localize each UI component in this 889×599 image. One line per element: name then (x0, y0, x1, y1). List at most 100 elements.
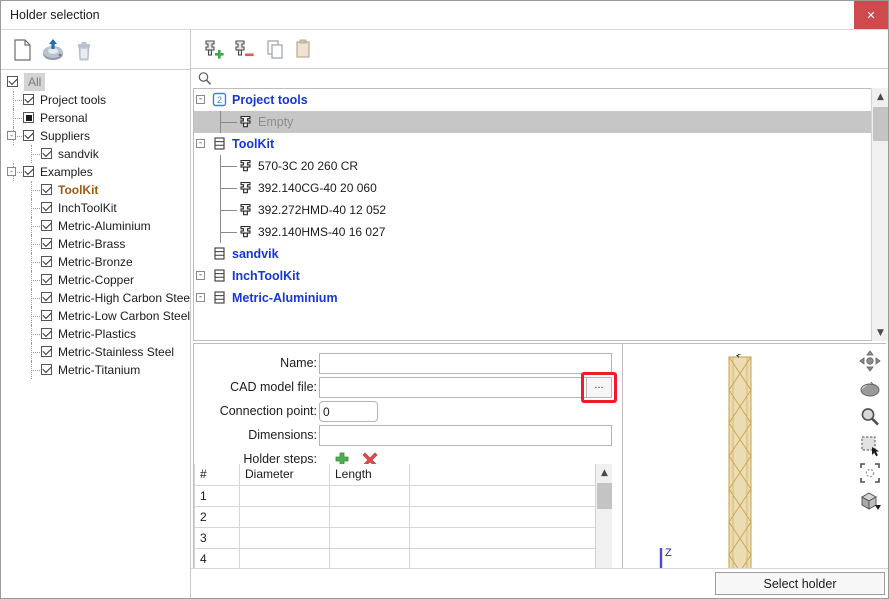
holder-tree[interactable]: - 2 Project tools Empty - ToolKit 570-3C 20 26… (193, 88, 871, 341)
cell-diameter[interactable] (239, 526, 330, 549)
scroll-down-icon[interactable]: ▼ (872, 324, 888, 341)
library-tree[interactable]: All Project tools Personal - Suppliers sandvi… (1, 71, 190, 598)
tree-expander-icon[interactable]: - (196, 139, 205, 148)
library-tree-item[interactable]: Personal (1, 109, 190, 127)
zoom-icon[interactable] (858, 405, 882, 429)
tree-item-checkbox[interactable] (23, 130, 34, 141)
table-row[interactable]: 1 (194, 484, 606, 507)
table-row[interactable]: 2 (194, 505, 606, 528)
holder-tree-item[interactable]: - ToolKit (194, 133, 871, 155)
library-tree-item[interactable]: InchToolKit (1, 199, 190, 217)
holder-tree-item[interactable]: 392.140CG-40 20 060 (194, 177, 871, 199)
library-tree-item[interactable]: sandvik (1, 145, 190, 163)
zoom-window-icon[interactable] (858, 433, 882, 457)
model-viewport[interactable]: Z Y X (622, 343, 886, 597)
tree-expander-icon[interactable]: - (196, 293, 205, 302)
tree-item-checkbox[interactable] (23, 166, 34, 177)
cell-length[interactable] (329, 505, 410, 528)
tree-item-checkbox[interactable] (41, 292, 52, 303)
column-header-num: # (194, 464, 240, 486)
library-tree-item[interactable]: All (1, 73, 190, 91)
library-tree-item[interactable]: Metric-High Carbon Steel (1, 289, 190, 307)
library-tree-item-label: InchToolKit (58, 201, 117, 215)
scroll-up-icon[interactable]: ▲ (872, 88, 888, 105)
table-header-row: # Diameter Length (194, 464, 606, 486)
cell-diameter[interactable] (239, 547, 330, 570)
delete-icon[interactable] (69, 35, 99, 65)
tree-expander-icon[interactable]: - (7, 167, 16, 176)
library-tree-item[interactable]: Metric-Titanium (1, 361, 190, 379)
library-tree-item[interactable]: Metric-Copper (1, 271, 190, 289)
tree-item-checkbox[interactable] (41, 220, 52, 231)
library-tree-item[interactable]: Metric-Plastics (1, 325, 190, 343)
tree-item-checkbox[interactable] (41, 202, 52, 213)
library-tree-item[interactable]: Metric-Stainless Steel (1, 343, 190, 361)
library-tree-item-label: Metric-Brass (58, 237, 126, 251)
holder-tree-item[interactable]: 392.140HMS-40 16 027 (194, 221, 871, 243)
fit-all-icon[interactable] (858, 461, 882, 485)
tree-item-checkbox[interactable] (41, 274, 52, 285)
library-tree-item[interactable]: Metric-Brass (1, 235, 190, 253)
tree-expander-icon[interactable]: - (7, 131, 16, 140)
tree-item-checkbox[interactable] (41, 364, 52, 375)
tree-item-checkbox[interactable] (23, 94, 34, 105)
holder-tree-item[interactable]: Empty (194, 111, 871, 133)
library-tree-item[interactable]: ToolKit (1, 181, 190, 199)
pan-icon[interactable] (858, 349, 882, 373)
tree-expander-icon[interactable]: - (196, 95, 205, 104)
tree-item-checkbox[interactable] (41, 256, 52, 267)
cell-diameter[interactable] (239, 505, 330, 528)
dimensions-input[interactable] (319, 425, 612, 446)
library-tree-item[interactable]: Metric-Bronze (1, 253, 190, 271)
tree-expander-icon[interactable]: - (196, 271, 205, 280)
holder-tree-item[interactable]: 570-3C 20 260 CR (194, 155, 871, 177)
close-button[interactable]: ✕ (854, 1, 888, 29)
cad-model-input[interactable] (319, 377, 612, 398)
scroll-thumb[interactable] (873, 107, 888, 141)
search-icon[interactable] (197, 71, 213, 86)
tree-item-checkbox[interactable] (41, 148, 52, 159)
paste-icon[interactable] (289, 35, 317, 63)
view-cube-icon[interactable] (858, 489, 882, 513)
load-library-icon[interactable] (38, 35, 68, 65)
table-row[interactable]: 4 (194, 547, 606, 570)
tree-connector (220, 210, 237, 211)
copy-icon[interactable] (261, 35, 289, 63)
add-holder-icon[interactable] (197, 35, 225, 63)
holder-tree-item-label: InchToolKit (232, 269, 300, 283)
tree-connector (31, 262, 40, 263)
steps-scroll-thumb[interactable] (597, 483, 612, 509)
cell-diameter[interactable] (239, 484, 330, 507)
tree-item-checkbox[interactable] (41, 238, 52, 249)
holder-tree-item[interactable]: 392.272HMD-40 12 052 (194, 199, 871, 221)
cell-length[interactable] (329, 547, 410, 570)
library-tree-item[interactable]: - Examples (1, 163, 190, 181)
tree-item-checkbox[interactable] (7, 76, 18, 87)
tree-item-checkbox[interactable] (41, 184, 52, 195)
holder-tree-item[interactable]: - Metric-Aluminium (194, 287, 871, 309)
tree-item-checkbox[interactable] (41, 328, 52, 339)
table-row[interactable]: 3 (194, 526, 606, 549)
holder-tree-item[interactable]: sandvik (194, 243, 871, 265)
steps-scroll-up-icon[interactable]: ▲ (596, 464, 613, 481)
holder-tree-scrollbar[interactable]: ▲ ▼ (871, 88, 888, 341)
holder-tree-item[interactable]: - InchToolKit (194, 265, 871, 287)
cell-length[interactable] (329, 484, 410, 507)
browse-button[interactable]: ... (586, 377, 612, 398)
library-tree-item[interactable]: Metric-Low Carbon Steel (1, 307, 190, 325)
rotate-icon[interactable] (858, 377, 882, 401)
library-tree-item[interactable]: - Suppliers (1, 127, 190, 145)
tree-item-checkbox[interactable] (41, 310, 52, 321)
library-tree-item[interactable]: Project tools (1, 91, 190, 109)
new-document-icon[interactable] (7, 35, 37, 65)
name-input[interactable] (319, 353, 612, 374)
tree-item-checkbox[interactable] (23, 112, 34, 123)
holder-properties-form: Name: CAD model file: ... Connection poi… (193, 343, 622, 598)
remove-holder-icon[interactable] (227, 35, 255, 63)
tree-item-checkbox[interactable] (41, 346, 52, 357)
select-holder-button[interactable]: Select holder (715, 572, 885, 595)
library-tree-item[interactable]: Metric-Aluminium (1, 217, 190, 235)
cell-length[interactable] (329, 526, 410, 549)
connection-point-input[interactable] (319, 401, 378, 422)
holder-tree-item[interactable]: - 2 Project tools (194, 89, 871, 111)
